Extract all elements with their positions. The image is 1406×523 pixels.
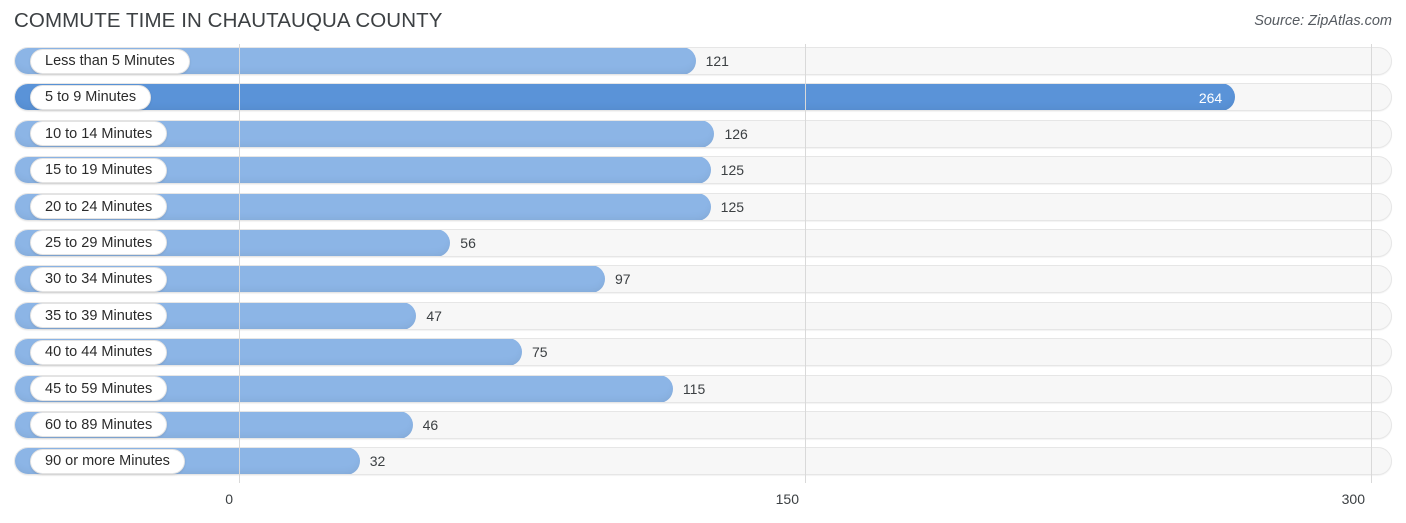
bar-row: 121 Less than 5 Minutes — [0, 44, 1406, 80]
bar-rows: 121 Less than 5 Minutes 264 5 to 9 Minutes 1… — [0, 44, 1406, 481]
bar-track — [14, 338, 1392, 367]
bar-row: 56 25 to 29 Minutes — [0, 226, 1406, 262]
category-label-5[interactable]: 20 to 24 Minutes — [30, 194, 168, 220]
bar-track — [14, 410, 1392, 439]
x-tick-label: 150 — [775, 491, 799, 507]
bar-track — [14, 47, 1392, 75]
category-label-6[interactable]: 25 to 29 Minutes — [30, 230, 168, 256]
bar-value-label: 125 — [720, 162, 745, 179]
bar-row: 47 35 to 39 Minutes — [0, 299, 1406, 335]
bar[interactable] — [15, 84, 1236, 111]
bar-track — [14, 301, 1392, 330]
category-label-9[interactable]: 40 to 44 Minutes — [30, 339, 168, 365]
bar-value-label: 97 — [615, 271, 631, 288]
chart-plot-area: 121 Less than 5 Minutes 264 5 to 9 Minutes 1… — [0, 44, 1406, 483]
bar-value-label: 75 — [532, 344, 548, 361]
category-label-7[interactable]: 30 to 34 Minutes — [30, 266, 168, 292]
bar-value-label: 47 — [426, 307, 442, 324]
bar-value-label: 126 — [724, 125, 748, 142]
bar-row: 46 60 to 89 Minutes — [0, 408, 1406, 444]
x-axis: 0 150 300 — [0, 483, 1406, 523]
chart-header: COMMUTE TIME IN CHAUTAUQUA COUNTY Source… — [0, 0, 1406, 44]
x-tick-label: 300 — [1341, 491, 1365, 507]
bar-value-label: 115 — [682, 380, 706, 397]
bar-track — [14, 192, 1392, 221]
category-label-10[interactable]: 45 to 59 Minutes — [30, 376, 168, 402]
x-tick-label: 0 — [225, 491, 233, 507]
bar-row: 75 40 to 44 Minutes — [0, 335, 1406, 371]
category-label-12[interactable]: 90 or more Minutes — [30, 448, 185, 474]
bar-row: 264 5 to 9 Minutes — [0, 80, 1406, 116]
bar-row: 126 10 to 14 Minutes — [0, 117, 1406, 153]
page-title: COMMUTE TIME IN CHAUTAUQUA COUNTY — [14, 9, 443, 32]
bar-value-label: 56 — [460, 234, 476, 251]
bar-track — [14, 119, 1392, 148]
bar-row: 125 20 to 24 Minutes — [0, 190, 1406, 226]
category-label-3[interactable]: 10 to 14 Minutes — [30, 121, 168, 147]
bar-row: 125 15 to 19 Minutes — [0, 153, 1406, 189]
category-label-1[interactable]: Less than 5 Minutes — [30, 48, 190, 74]
category-label-11[interactable]: 60 to 89 Minutes — [30, 412, 168, 438]
source-attribution: Source: ZipAtlas.com — [1254, 13, 1392, 29]
bar-value-label: 46 — [422, 416, 439, 433]
bar-track — [14, 265, 1392, 294]
bar-value-label: 264 — [1198, 90, 1223, 107]
bar-track — [14, 447, 1392, 476]
bar-value-label: 121 — [705, 53, 729, 69]
category-label-8[interactable]: 35 to 39 Minutes — [30, 303, 168, 329]
category-label-4[interactable]: 15 to 19 Minutes — [30, 157, 168, 183]
bar-track — [14, 156, 1392, 185]
bar-track — [14, 228, 1392, 257]
bar-track: 264 — [14, 83, 1392, 112]
bar-value-label: 32 — [369, 453, 386, 470]
bar-row: 32 90 or more Minutes — [0, 444, 1406, 480]
bar-row: 115 45 to 59 Minutes — [0, 372, 1406, 408]
bar-row: 97 30 to 34 Minutes — [0, 262, 1406, 298]
category-label-2[interactable]: 5 to 9 Minutes — [30, 84, 152, 110]
bar-value-label: 125 — [720, 198, 745, 215]
